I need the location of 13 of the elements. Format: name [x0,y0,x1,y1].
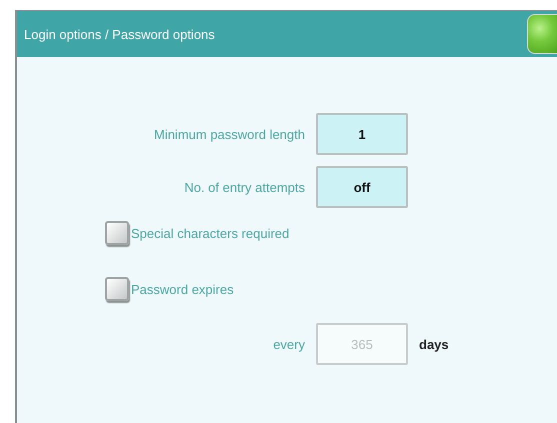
checkbox[interactable] [105,277,129,301]
input-field[interactable]: 1 [316,113,408,155]
input-field: 365 [316,323,408,365]
field-label: every [272,336,305,352]
checkbox[interactable] [105,221,129,245]
field-label: No. of entry attempts [183,180,305,194]
checkbox-label: Special characters required [131,226,290,240]
field-label: Minimum password length [152,126,305,142]
checkbox-label: Password expires [131,282,234,296]
input-field[interactable]: off [316,166,408,208]
window-title: Login options / Password options [23,26,215,42]
confirm-button[interactable] [527,14,557,54]
unit-label: days [419,336,449,352]
